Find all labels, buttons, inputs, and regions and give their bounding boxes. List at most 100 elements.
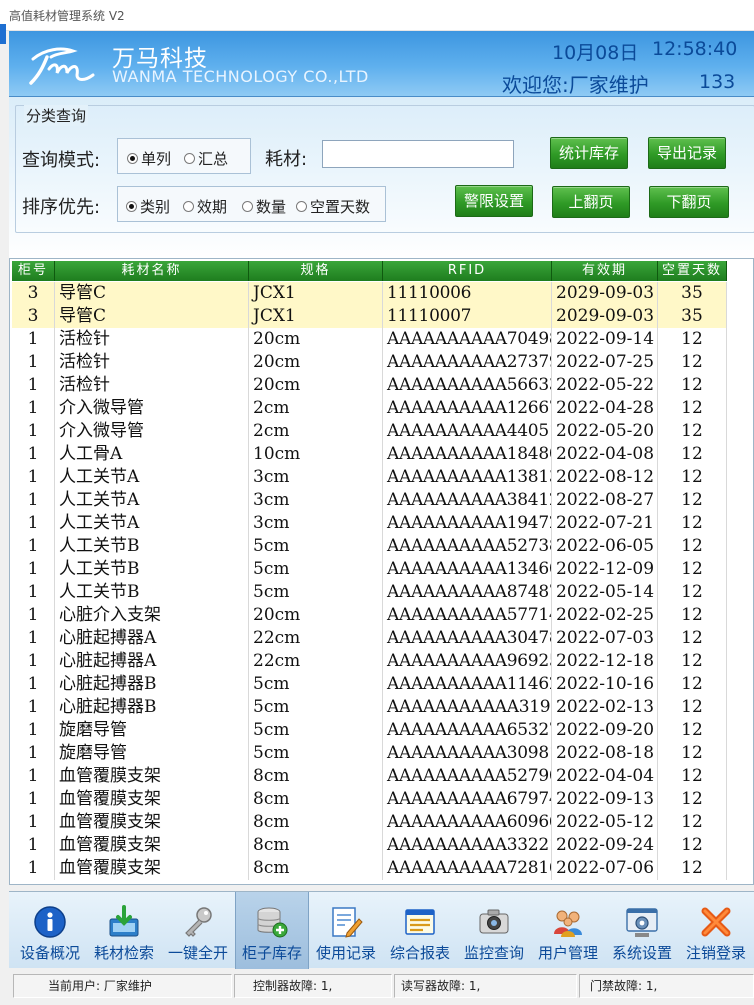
prev-page-button[interactable]: 上翻页 (552, 186, 630, 218)
cell-cabinet: 3 (12, 305, 55, 328)
table-row[interactable]: 1 血管覆膜支架 8cm AAAAAAAAAA728168 2022-07-06 12 (12, 857, 727, 880)
toolbar-button-label: 监控查询 (463, 944, 524, 962)
toolbar-button-users[interactable]: 用户管理 (531, 892, 605, 969)
app-window: 高值耗材管理系统 V2 万马科技 WANMA TECHNOLOGY CO.,LT… (0, 0, 754, 1005)
table-row[interactable]: 1 活检针 20cm AAAAAAAAAA566334 2022-05-22 12 (12, 374, 727, 397)
toolbar-button-database-add[interactable]: 柜子库存 (235, 892, 309, 969)
toolbar-button-settings-window[interactable]: 系统设置 (605, 892, 679, 969)
table-row[interactable]: 1 血管覆膜支架 8cm AAAAAAAAAA609669 2022-05-12 12 (12, 811, 727, 834)
cell-expiry: 2022-10-16 (552, 673, 658, 696)
cell-cabinet: 1 (12, 328, 55, 351)
cell-cabinet: 1 (12, 650, 55, 673)
alarm-settings-button[interactable]: 警限设置 (455, 185, 533, 217)
cell-name: 血管覆膜支架 (55, 811, 249, 834)
table-row[interactable]: 1 活检针 20cm AAAAAAAAAA704980 2022-09-14 12 (12, 328, 727, 351)
cell-idle-days: 12 (658, 650, 727, 673)
table-row[interactable]: 1 人工关节A 3cm AAAAAAAAAA194727 2022-07-21 12 (12, 512, 727, 535)
table-row[interactable]: 1 人工骨A 10cm AAAAAAAAAA184800 2022-04-08 12 (12, 443, 727, 466)
cell-name: 心脏起搏器B (55, 673, 249, 696)
cell-name: 人工关节B (55, 558, 249, 581)
cell-cabinet: 1 (12, 627, 55, 650)
table-row[interactable]: 1 旋磨导管 5cm AAAAAAAAAA653279 2022-09-20 12 (12, 719, 727, 742)
cell-spec: 20cm (249, 351, 383, 374)
table-row[interactable]: 1 心脏介入支架 20cm AAAAAAAAAA577145 2022-02-25 12 (12, 604, 727, 627)
cell-name: 介入微导管 (55, 420, 249, 443)
users-icon (551, 905, 585, 939)
cell-expiry: 2029-09-03 (552, 282, 658, 305)
column-header-name[interactable]: 耗材名称 (55, 261, 249, 281)
table-row[interactable]: 1 心脏起搏器B 5cm AAAAAAAAAA114629 2022-10-16 12 (12, 673, 727, 696)
toolbar-button-label: 系统设置 (611, 944, 672, 962)
table-row[interactable]: 3 导管C JCX1 11110006 2029-09-03 35 (12, 282, 727, 305)
download-box-icon (107, 905, 141, 939)
table-row[interactable]: 1 介入微导管 2cm AAAAAAAAAA440519 2022-05-20 12 (12, 420, 727, 443)
cell-cabinet: 1 (12, 558, 55, 581)
cell-idle-days: 12 (658, 742, 727, 765)
radio-sort-idle-days[interactable]: 空置天数 (296, 196, 370, 217)
column-header-rfid[interactable]: RFID (383, 261, 552, 281)
table-row[interactable]: 1 介入微导管 2cm AAAAAAAAAA126675 2022-04-28 12 (12, 397, 727, 420)
cell-expiry: 2022-04-08 (552, 443, 658, 466)
cell-name: 人工骨A (55, 443, 249, 466)
header-count: 133 (699, 71, 736, 93)
table-row[interactable]: 1 人工关节A 3cm AAAAAAAAAA138136 2022-08-12 12 (12, 466, 727, 489)
table-row[interactable]: 1 人工关节A 3cm AAAAAAAAAA384122 2022-08-27 12 (12, 489, 727, 512)
cell-name: 导管C (55, 305, 249, 328)
settings-window-icon (625, 905, 659, 939)
export-records-button[interactable]: 导出记录 (648, 137, 726, 169)
cell-spec: 5cm (249, 673, 383, 696)
cell-spec: 3cm (249, 512, 383, 535)
table-row[interactable]: 1 血管覆膜支架 8cm AAAAAAAAAA527909 2022-04-04 12 (12, 765, 727, 788)
cell-cabinet: 1 (12, 857, 55, 880)
material-input[interactable] (322, 140, 514, 168)
radio-sort-expiry[interactable]: 效期 (183, 196, 227, 217)
cell-idle-days: 35 (658, 305, 727, 328)
table-row[interactable]: 1 心脏起搏器A 22cm AAAAAAAAAA304787 2022-07-03 12 (12, 627, 727, 650)
query-mode-radio-group: 单列 汇总 (117, 138, 251, 174)
table-row[interactable]: 1 人工关节B 5cm AAAAAAAAAA874878 2022-05-14 12 (12, 581, 727, 604)
table-row[interactable]: 1心脏起搏器B5cmAAAAAAAAAAA319192022-02-1312 (12, 696, 727, 719)
cell-expiry: 2022-09-24 (552, 834, 658, 857)
sort-priority-radio-group: 类别 效期 数量 空置天数 (117, 186, 386, 222)
column-header-spec[interactable]: 规格 (249, 261, 383, 281)
toolbar-button-logout-x[interactable]: 注销登录 (679, 892, 753, 969)
cell-cabinet: 1 (12, 742, 55, 765)
table-row[interactable]: 1 活检针 20cm AAAAAAAAAA273799 2022-07-25 12 (12, 351, 727, 374)
table-row[interactable]: 1 血管覆膜支架 8cm AAAAAAAAAA679740 2022-09-13 12 (12, 788, 727, 811)
cell-expiry: 2022-04-28 (552, 397, 658, 420)
table-row[interactable]: 3 导管C JCX1 11110007 2029-09-03 35 (12, 305, 727, 328)
table-row[interactable]: 1 血管覆膜支架 8cm AAAAAAAAAA332213 2022-09-24 12 (12, 834, 727, 857)
toolbar-button-camera[interactable]: 监控查询 (457, 892, 531, 969)
table-row[interactable]: 1 人工关节B 5cm AAAAAAAAAA134607 2022-12-09 12 (12, 558, 727, 581)
table-row[interactable]: 1 心脏起搏器A 22cm AAAAAAAAAA969254 2022-12-18 12 (12, 650, 727, 673)
cell-idle-days: 12 (658, 351, 727, 374)
cell-cabinet: 1 (12, 834, 55, 857)
cell-idle-days: 12 (658, 558, 727, 581)
toolbar-button-label: 柜子库存 (241, 944, 302, 962)
cell-expiry: 2022-04-04 (552, 765, 658, 788)
wanma-logo-icon (29, 47, 95, 85)
toolbar-button-info[interactable]: 设备概况 (13, 892, 87, 969)
logout-x-icon (699, 905, 733, 939)
column-header-cabinet[interactable]: 柜号 (12, 261, 55, 281)
toolbar-button-download-box[interactable]: 耗材检索 (87, 892, 161, 969)
radio-sort-quantity[interactable]: 数量 (242, 196, 286, 217)
next-page-button[interactable]: 下翻页 (649, 186, 729, 218)
cell-spec: 22cm (249, 627, 383, 650)
toolbar-button-key[interactable]: 一键全开 (161, 892, 235, 969)
toolbar-button-report[interactable]: 综合报表 (383, 892, 457, 969)
cell-name: 导管C (55, 282, 249, 305)
app-header: 万马科技 WANMA TECHNOLOGY CO.,LTD 10月08日 12:… (9, 31, 754, 97)
table-row[interactable]: 1 人工关节B 5cm AAAAAAAAAA527383 2022-06-05 12 (12, 535, 727, 558)
cell-cabinet: 1 (12, 811, 55, 834)
cell-rfid: AAAAAAAAAA527909 (383, 765, 552, 788)
radio-mode-summary[interactable]: 汇总 (184, 148, 228, 169)
cell-name: 血管覆膜支架 (55, 788, 249, 811)
table-row[interactable]: 1 旋磨导管 5cm AAAAAAAAAA309810 2022-08-18 12 (12, 742, 727, 765)
column-header-idle-days[interactable]: 空置天数 (658, 261, 727, 281)
radio-sort-category[interactable]: 类别 (126, 196, 170, 217)
radio-mode-single[interactable]: 单列 (127, 148, 171, 169)
column-header-expiry[interactable]: 有效期 (552, 261, 658, 281)
toolbar-button-edit-document[interactable]: 使用记录 (309, 892, 383, 969)
stat-inventory-button[interactable]: 统计库存 (550, 137, 628, 169)
